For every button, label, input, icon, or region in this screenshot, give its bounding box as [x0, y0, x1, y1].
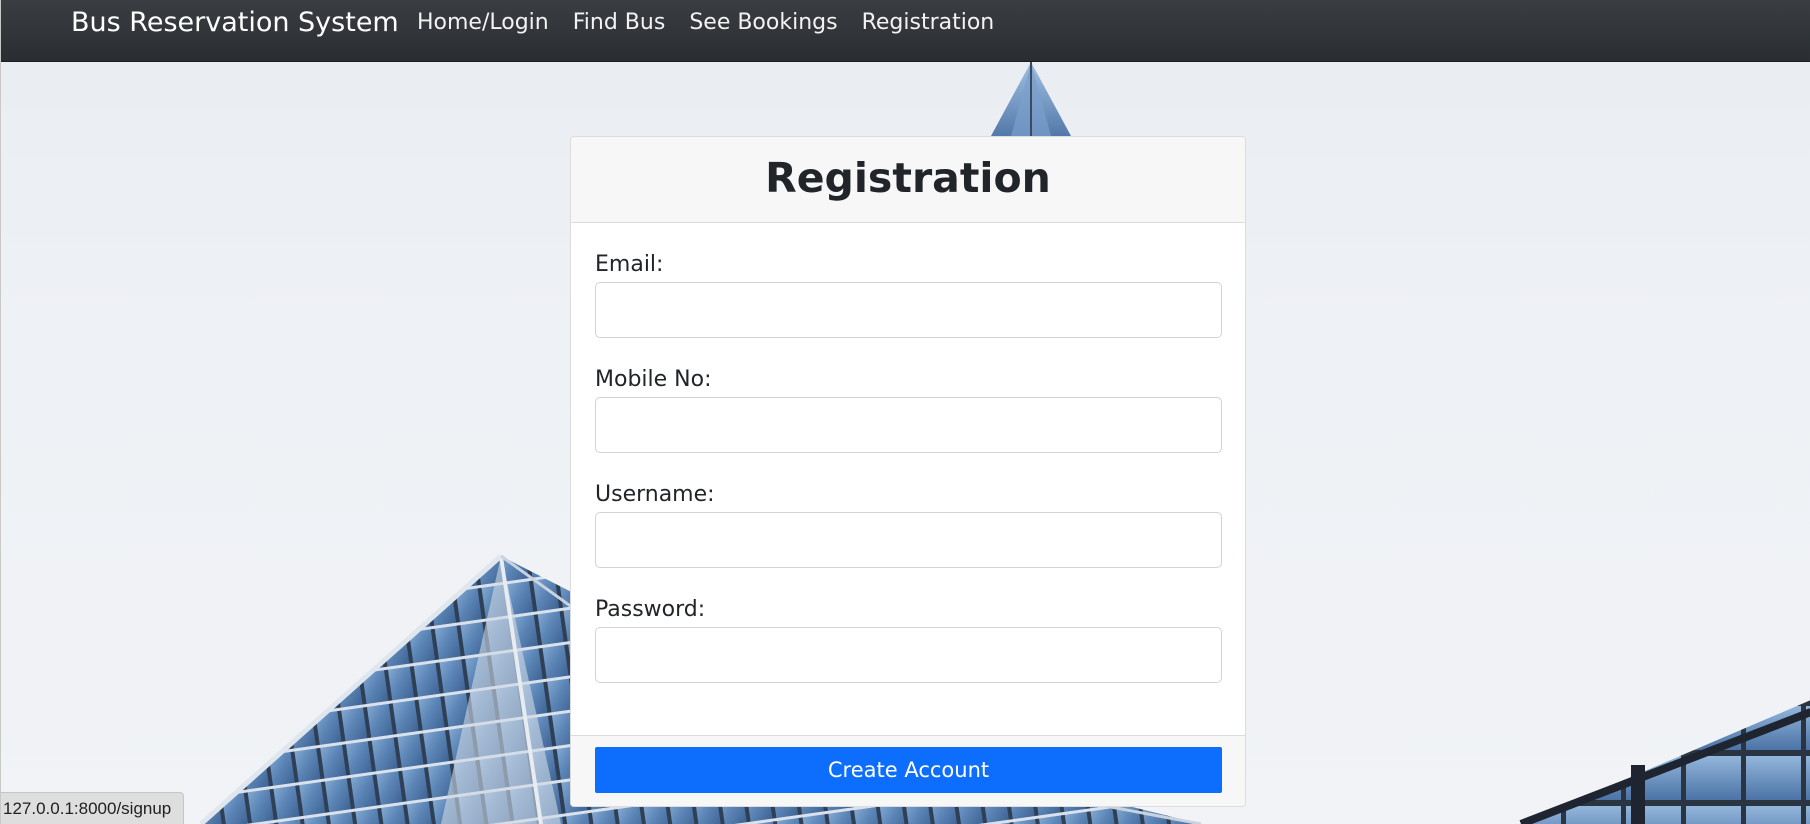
password-group: Password:	[595, 596, 1222, 683]
email-label: Email:	[595, 252, 664, 277]
username-label: Username:	[595, 482, 715, 507]
nav-link-home-login[interactable]: Home/Login	[417, 9, 561, 37]
email-field[interactable]	[595, 282, 1222, 338]
page: Bus Reservation System Home/Login Find B…	[0, 0, 1810, 824]
navbar: Bus Reservation System Home/Login Find B…	[1, 0, 1810, 62]
password-label: Password:	[595, 597, 706, 622]
password-field[interactable]	[595, 627, 1222, 683]
page-title: Registration	[765, 154, 1051, 202]
email-group: Email:	[595, 251, 1222, 338]
nav-links: Home/Login Find Bus See Bookings Registr…	[417, 9, 1006, 37]
nav-link-registration[interactable]: Registration	[850, 9, 1007, 37]
brand-link[interactable]: Bus Reservation System	[71, 7, 399, 39]
username-field[interactable]	[595, 512, 1222, 568]
nav-link-find-bus[interactable]: Find Bus	[561, 9, 678, 37]
username-group: Username:	[595, 481, 1222, 568]
registration-card: Registration Email: Mobile No: Username:…	[570, 136, 1246, 807]
mobile-field[interactable]	[595, 397, 1222, 453]
card-header: Registration	[571, 137, 1245, 223]
mobile-group: Mobile No:	[595, 366, 1222, 453]
card-footer: Create Account	[571, 735, 1245, 806]
nav-link-see-bookings[interactable]: See Bookings	[677, 9, 849, 37]
create-account-button[interactable]: Create Account	[595, 747, 1222, 793]
card-body: Email: Mobile No: Username: Password:	[571, 223, 1245, 683]
mobile-label: Mobile No:	[595, 367, 712, 392]
status-bar-url: 127.0.0.1:8000/signup	[1, 792, 185, 824]
